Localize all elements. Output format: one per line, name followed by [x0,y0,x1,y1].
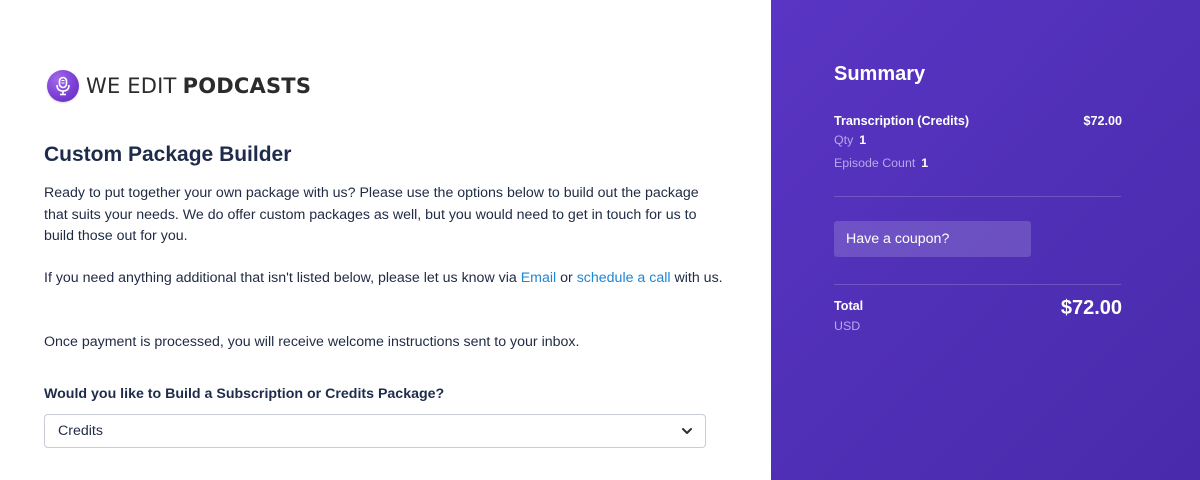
payment-note: Once payment is processed, you will rece… [44,334,580,350]
schedule-call-link[interactable]: schedule a call [577,270,671,286]
contact-middle: or [556,270,577,286]
line-item-name: Transcription (Credits) [834,114,970,128]
package-type-selected-value: Credits [58,423,103,439]
brand-word-1: WE EDIT [86,73,177,98]
summary-divider [834,196,1121,197]
contact-suffix: with us. [670,270,723,286]
qty-value: 1 [859,133,867,147]
line-item-episode-count: Episode Count 1 [834,156,928,170]
episode-count-label: Episode Count [834,156,916,170]
contact-paragraph: If you need anything additional that isn… [44,268,724,290]
contact-prefix: If you need anything additional that isn… [44,270,521,286]
total-label: Total [834,299,864,313]
intro-paragraph: Ready to put together your own package w… [44,185,699,244]
brand-logo[interactable]: WE EDIT PODCASTS [47,70,311,102]
checkout-page: WE EDIT PODCASTS Custom Package Builder … [0,0,1200,480]
summary-divider [834,284,1121,285]
microphone-icon [47,70,79,102]
summary-title: Summary [834,63,926,85]
summary-panel: Summary Transcription (Credits) $72.00 Q… [771,0,1200,480]
brand-wordmark: WE EDIT PODCASTS [86,74,311,99]
line-item-qty: Qty 1 [834,133,866,147]
page-title: Custom Package Builder [44,143,292,166]
total-amount: $72.00 [1060,297,1122,319]
package-type-select[interactable]: Credits [44,414,706,448]
brand-word-2: PODCASTS [182,73,312,98]
line-item-price: $72.00 [1083,114,1122,128]
email-link[interactable]: Email [521,270,556,286]
package-type-question: Would you like to Build a Subscription o… [44,386,445,402]
episode-count-value: 1 [921,156,929,170]
chevron-down-icon [682,428,692,434]
total-currency: USD [834,319,861,333]
qty-label: Qty [834,133,854,147]
package-builder-panel: WE EDIT PODCASTS Custom Package Builder … [0,0,771,480]
coupon-button[interactable]: Have a coupon? [834,221,1031,257]
